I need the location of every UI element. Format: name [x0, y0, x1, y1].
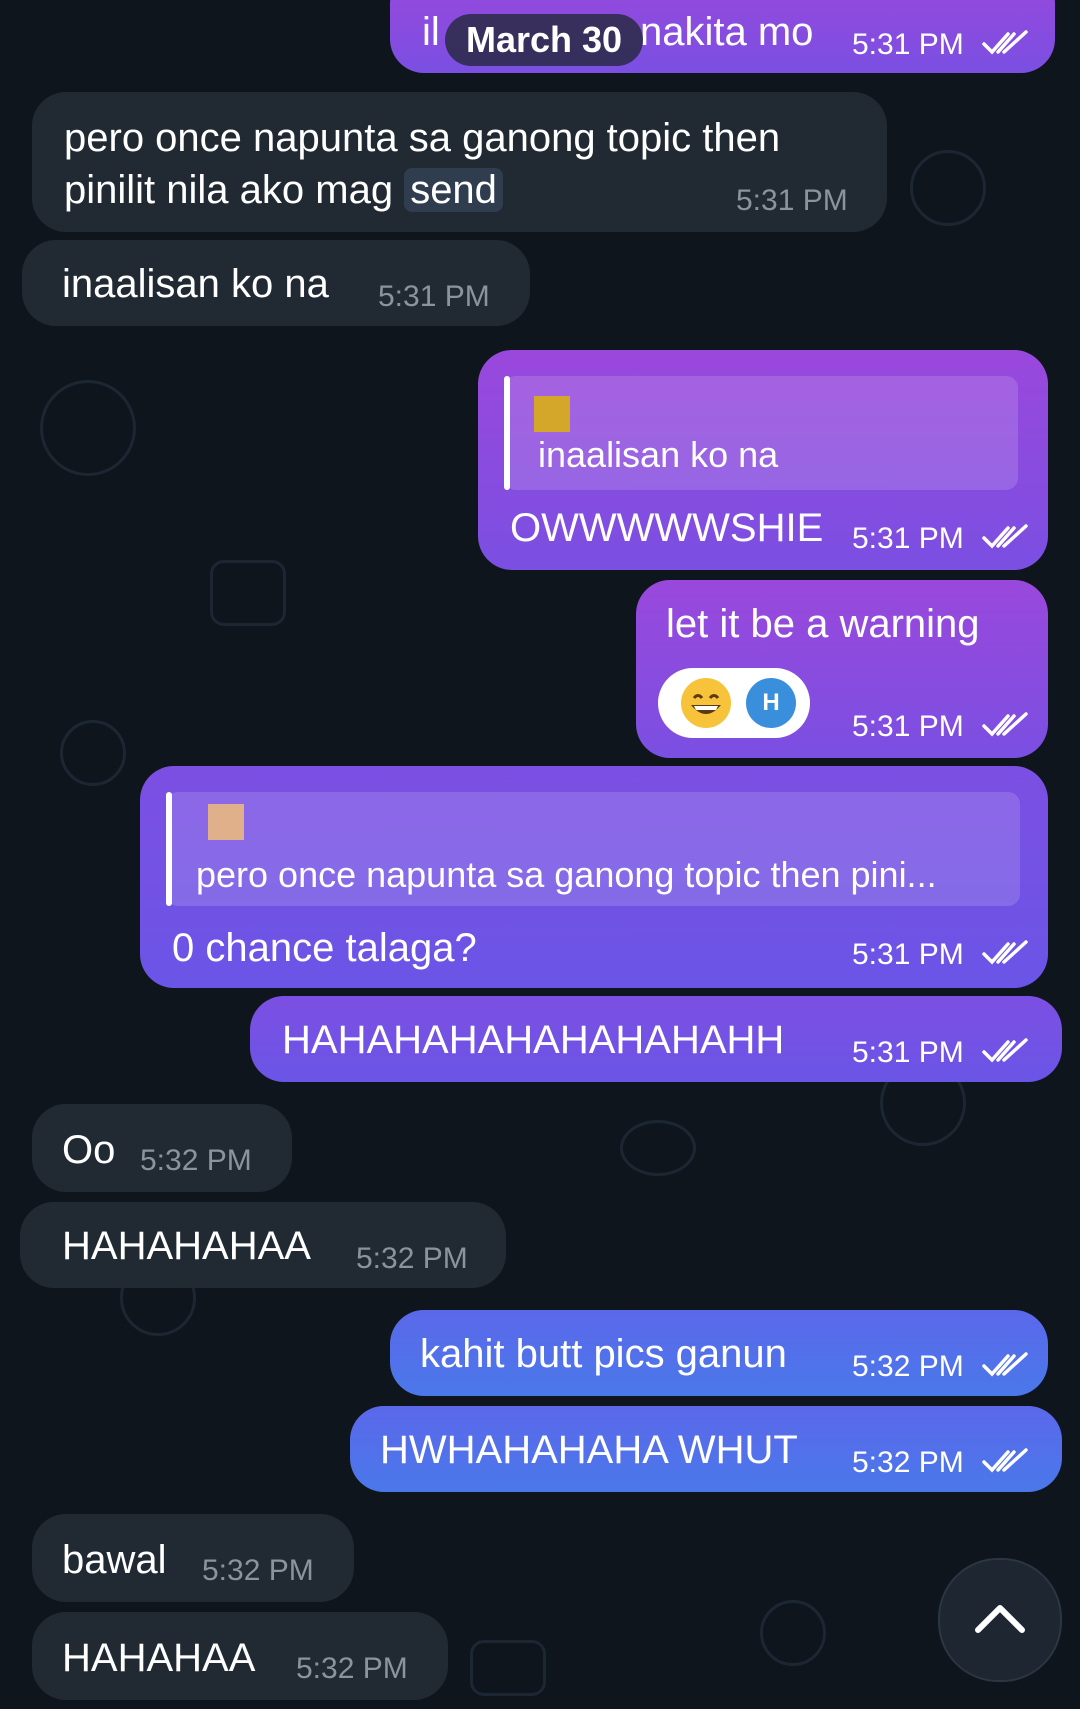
double-check-icon — [982, 524, 1028, 549]
message-time: 5:31 PM — [378, 280, 490, 313]
message-bubble-outgoing[interactable]: kahit butt pics ganun 5:32 PM — [390, 1310, 1048, 1396]
message-bubble-incoming[interactable]: HAHAHAA 5:32 PM — [32, 1612, 448, 1700]
message-text: let it be a warning — [666, 602, 980, 646]
message-reaction[interactable]: H — [658, 668, 810, 738]
double-check-icon — [982, 1448, 1028, 1473]
reply-preview-text: inaalisan ko na — [538, 434, 779, 475]
scroll-button[interactable] — [938, 1558, 1062, 1682]
date-badge: March 30 — [445, 14, 643, 66]
message-text: HAHAHAA — [62, 1636, 256, 1680]
message-time: 5:31 PM — [852, 522, 964, 555]
message-time: 5:31 PM — [852, 938, 964, 971]
message-text: kahit butt pics ganun — [420, 1332, 787, 1376]
message-bubble-outgoing-reply[interactable]: inaalisan ko na OWWWWWSHIE 5:31 PM — [478, 350, 1048, 570]
message-bubble-outgoing-reply[interactable]: pero once napunta sa ganong topic then p… — [140, 766, 1048, 988]
message-bubble-incoming[interactable]: HAHAHAHAA 5:32 PM — [20, 1202, 506, 1288]
message-time: 5:32 PM — [140, 1144, 252, 1177]
message-bubble-outgoing[interactable]: HWHAHAHAHA WHUT 5:32 PM — [350, 1406, 1062, 1492]
message-text: OWWWWWSHIE — [510, 506, 824, 550]
message-bubble-outgoing[interactable]: HAHAHAHAHAHAHAHAHH 5:31 PM — [250, 996, 1062, 1082]
message-time: 5:32 PM — [852, 1446, 964, 1479]
double-check-icon — [982, 30, 1028, 55]
message-text: HAHAHAHAHAHAHAHAHH — [282, 1018, 785, 1062]
reply-preview-text: pero once napunta sa ganong topic then p… — [196, 854, 937, 895]
sender-avatar-redacted — [534, 396, 570, 432]
message-time: 5:31 PM — [736, 184, 848, 217]
reactor-avatar: H — [746, 678, 796, 728]
double-check-icon — [982, 712, 1028, 737]
double-check-icon — [982, 1352, 1028, 1377]
message-text: bawal — [62, 1538, 167, 1582]
reply-preview[interactable]: inaalisan ko na — [504, 376, 1018, 490]
message-time: 5:32 PM — [356, 1242, 468, 1275]
reply-preview[interactable]: pero once napunta sa ganong topic then p… — [166, 792, 1020, 906]
message-text-line-2: pinilit nila ako mag send — [64, 164, 503, 216]
message-text: 0 chance talaga? — [172, 926, 477, 970]
message-bubble-incoming[interactable]: Oo 5:32 PM — [32, 1104, 292, 1192]
message-text-line-2-start: pinilit nila ako mag — [64, 168, 405, 212]
message-time: 5:31 PM — [852, 710, 964, 743]
sender-avatar-redacted — [208, 804, 244, 840]
message-text: HWHAHAHAHA WHUT — [380, 1428, 798, 1472]
message-text: inaalisan ko na — [62, 262, 329, 306]
message-bubble-incoming[interactable]: bawal 5:32 PM — [32, 1514, 354, 1602]
search-highlight: send — [404, 168, 503, 212]
reply-bar — [504, 376, 510, 490]
message-time: 5:32 PM — [852, 1350, 964, 1383]
message-text: Oo — [62, 1128, 116, 1172]
grinning-face-icon — [681, 678, 731, 728]
message-bubble-incoming[interactable]: inaalisan ko na 5:31 PM — [22, 240, 530, 326]
message-time: 5:32 PM — [202, 1554, 314, 1587]
message-text-tail: nakita mo — [640, 10, 814, 54]
message-time: 5:31 PM — [852, 28, 964, 61]
message-time: 5:32 PM — [296, 1652, 408, 1685]
message-bubble-incoming[interactable]: pero once napunta sa ganong topic then p… — [32, 92, 887, 232]
double-check-icon — [982, 1038, 1028, 1063]
message-text-line-1: pero once napunta sa ganong topic then — [64, 116, 781, 160]
message-text: HAHAHAHAA — [62, 1224, 311, 1268]
message-text: il — [422, 10, 440, 54]
double-check-icon — [982, 940, 1028, 965]
chevron-up-icon — [975, 1605, 1025, 1633]
reply-bar — [166, 792, 172, 906]
message-time: 5:31 PM — [852, 1036, 964, 1069]
